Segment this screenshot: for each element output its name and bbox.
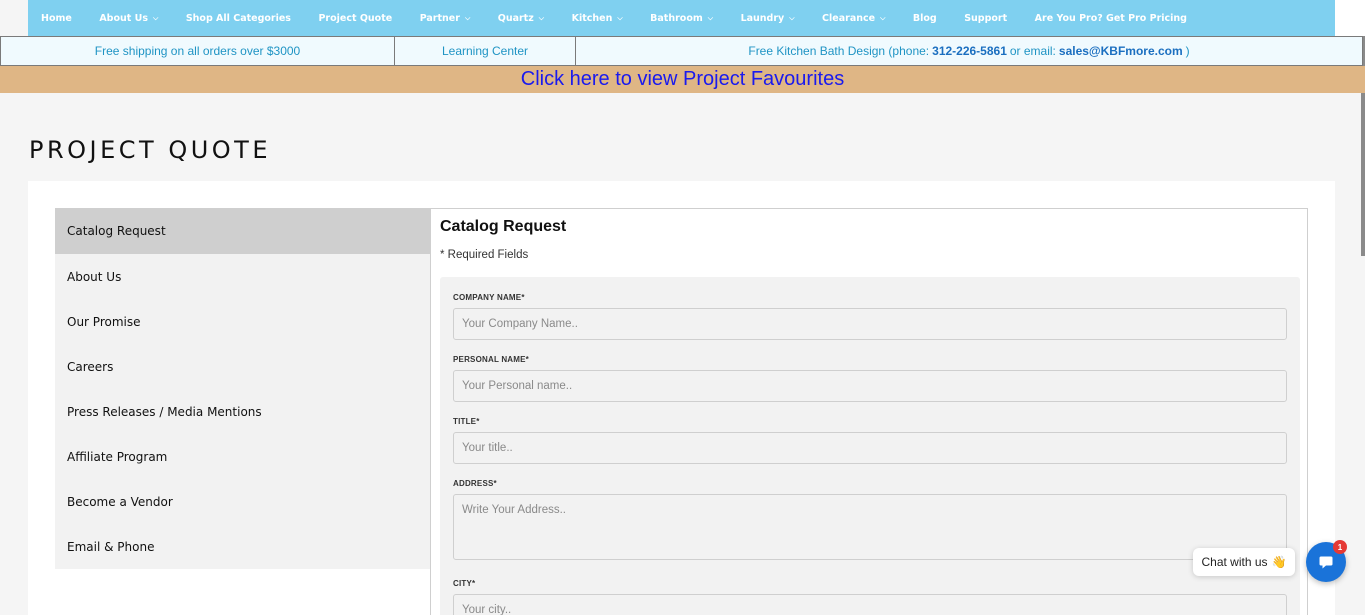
title-input[interactable] [453, 432, 1287, 464]
free-shipping-link[interactable]: Free shipping on all orders over $3000 [0, 36, 395, 66]
chevron-down-icon: ⌵ [153, 13, 159, 22]
info-bar: Free shipping on all orders over $3000 L… [0, 36, 1363, 66]
phone-link[interactable]: 312-226-5861 [932, 44, 1007, 58]
personal-name-label: PERSONAL NAME* [453, 355, 529, 364]
nav-label: Shop All Categories [185, 12, 291, 24]
nav-label: Are You Pro? Get Pro Pricing [1034, 12, 1187, 24]
company-name-label: COMPANY NAME* [453, 293, 525, 302]
form-fields-area: COMPANY NAME* PERSONAL NAME* TITLE* ADDR… [440, 277, 1300, 615]
design-suffix: ) [1185, 44, 1190, 58]
catalog-request-form: Catalog Request * Required Fields COMPAN… [430, 208, 1308, 615]
nav-home[interactable]: Home [41, 13, 72, 24]
sidemenu-item-catalog-request[interactable]: Catalog Request [55, 208, 430, 254]
sidemenu-item-email-phone[interactable]: Email & Phone [55, 524, 430, 569]
nav-label: Clearance [822, 12, 876, 24]
chat-label: Chat with us [1201, 555, 1268, 569]
chat-prompt[interactable]: Chat with us 👋 [1193, 548, 1295, 576]
nav-partner[interactable]: Partner ⌵ [420, 13, 471, 24]
nav-label: Project Quote [318, 12, 393, 24]
chevron-down-icon: ⌵ [538, 13, 545, 22]
nav-label: Quartz [497, 12, 534, 24]
chat-notification-badge: 1 [1333, 540, 1347, 554]
nav-label: Kitchen [571, 12, 613, 24]
sidemenu-item-label: Careers [67, 359, 114, 374]
design-prefix: Free Kitchen Bath Design (phone: [748, 44, 930, 58]
address-textarea[interactable] [453, 494, 1287, 560]
learning-center-text: Learning Center [441, 44, 529, 58]
nav-label: Bathroom [650, 12, 703, 24]
sidemenu-item-careers[interactable]: Careers [55, 344, 430, 389]
required-fields-note: * Required Fields [440, 249, 529, 261]
chevron-down-icon: ⌵ [464, 13, 471, 22]
sidemenu-item-become-a-vendor[interactable]: Become a Vendor [55, 479, 430, 524]
sidemenu-item-label: Affiliate Program [67, 449, 168, 464]
nav-label: Laundry [740, 12, 785, 24]
address-label: ADDRESS* [453, 479, 497, 488]
email-link[interactable]: sales@KBFmore.com [1059, 44, 1183, 58]
chevron-down-icon: ⌵ [789, 13, 795, 22]
sidemenu-item-label: Our Promise [67, 314, 141, 329]
sidemenu-item-affiliate-program[interactable]: Affiliate Program [55, 434, 430, 479]
form-title: Catalog Request [440, 218, 567, 235]
nav-project-quote[interactable]: Project Quote [318, 13, 392, 24]
nav-bathroom[interactable]: Bathroom ⌵ [650, 13, 713, 24]
nav-right-spacer [1335, 0, 1365, 36]
sidemenu-item-label: Email & Phone [67, 539, 155, 554]
city-label: CITY* [453, 579, 476, 588]
main-nav: Home About Us ⌵ Shop All Categories Proje… [28, 0, 1335, 36]
nav-blog[interactable]: Blog [913, 13, 937, 24]
chat-icon [1319, 556, 1333, 569]
chevron-down-icon: ⌵ [880, 13, 886, 22]
nav-label: Partner [419, 12, 460, 24]
chevron-down-icon: ⌵ [707, 13, 714, 22]
nav-about-us[interactable]: About Us ⌵ [99, 13, 158, 24]
nav-kitchen[interactable]: Kitchen ⌵ [572, 13, 623, 24]
waving-hand-icon: 👋 [1271, 555, 1287, 569]
sidemenu-item-press-releases[interactable]: Press Releases / Media Mentions [55, 389, 430, 434]
sidemenu-item-label: About Us [67, 269, 122, 284]
nav-quartz[interactable]: Quartz ⌵ [498, 13, 544, 24]
design-mid: or email: [1009, 44, 1056, 58]
nav-label: About Us [99, 12, 148, 24]
sidemenu-item-label: Press Releases / Media Mentions [67, 404, 262, 419]
nav-label: Blog [912, 12, 937, 24]
side-menu: Catalog Request About Us Our Promise Car… [55, 208, 430, 569]
sidemenu-item-label: Catalog Request [67, 224, 166, 238]
sidemenu-item-about-us[interactable]: About Us [55, 254, 430, 299]
nav-label: Home [41, 12, 72, 24]
project-favourites-link[interactable]: Click here to view Project Favourites [0, 66, 1365, 93]
page-title: PROJECT QUOTE [29, 136, 271, 164]
chevron-down-icon: ⌵ [617, 13, 623, 22]
learning-center-link[interactable]: Learning Center [395, 36, 576, 66]
sidemenu-item-label: Become a Vendor [67, 494, 173, 509]
city-input[interactable] [453, 594, 1287, 615]
nav-support[interactable]: Support [964, 13, 1007, 24]
nav-pro-pricing[interactable]: Are You Pro? Get Pro Pricing [1035, 13, 1187, 24]
nav-laundry[interactable]: Laundry ⌵ [741, 13, 795, 24]
nav-clearance[interactable]: Clearance ⌵ [822, 13, 885, 24]
nav-label: Support [964, 12, 1008, 24]
nav-shop-all-categories[interactable]: Shop All Categories [186, 13, 291, 24]
title-label: TITLE* [453, 417, 480, 426]
free-design-info: Free Kitchen Bath Design (phone: 312-226… [576, 36, 1363, 66]
personal-name-input[interactable] [453, 370, 1287, 402]
free-shipping-text: Free shipping on all orders over $3000 [94, 44, 301, 58]
company-name-input[interactable] [453, 308, 1287, 340]
sidemenu-item-our-promise[interactable]: Our Promise [55, 299, 430, 344]
